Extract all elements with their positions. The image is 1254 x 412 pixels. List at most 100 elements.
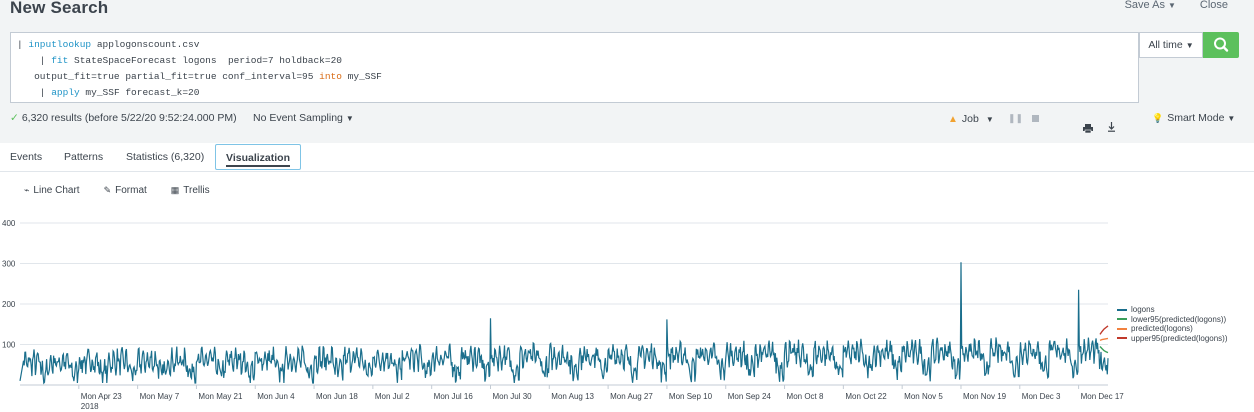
chart-legend: logons lower95(predicted(logons)) predicte… <box>1117 305 1228 343</box>
series-upper95-line <box>1099 325 1109 335</box>
save-as-button[interactable]: Save As ▼ <box>1125 0 1176 11</box>
legend-swatch <box>1117 337 1127 339</box>
search-text: | <box>17 87 52 98</box>
x-tick-label: Mon Aug 13 <box>551 392 594 401</box>
x-tick-label: Mon Apr 23 <box>81 392 122 401</box>
y-tick-label: 400 <box>2 219 16 228</box>
x-tick-label: Mon Jul 16 <box>434 392 474 401</box>
line-chart: 100 200 300 400 Mon Apr 23 Mon May 7 Mon May 2… <box>2 219 1125 411</box>
search-query-line: | inputlookup applogonscount.csv <box>17 37 1132 53</box>
event-sampling-dropdown[interactable]: No Event Sampling ▼ <box>253 112 354 124</box>
tab-events[interactable]: Events <box>10 151 42 163</box>
search-button[interactable] <box>1203 32 1239 58</box>
y-tick-label: 100 <box>2 341 16 350</box>
x-tick-label: Mon Jun 18 <box>316 392 358 401</box>
tab-visualization[interactable]: Visualization <box>215 144 301 170</box>
search-text: applogonscount.csv <box>91 39 200 50</box>
legend-item[interactable]: predicted(logons) <box>1117 324 1228 333</box>
legend-swatch <box>1117 318 1127 320</box>
print-icon[interactable] <box>1083 124 1093 135</box>
time-range-picker[interactable]: All time ▼ <box>1139 32 1203 58</box>
x-tick-label: Mon May 21 <box>198 392 243 401</box>
grid-icon: ▦ <box>170 185 180 195</box>
chevron-down-icon: ▼ <box>985 114 994 124</box>
y-tick-label: 300 <box>2 260 16 269</box>
legend-item[interactable]: lower95(predicted(logons)) <box>1117 315 1228 324</box>
x-tick-label: Mon Jul 2 <box>375 392 410 401</box>
chevron-down-icon: ▼ <box>1167 1 1176 10</box>
close-button[interactable]: Close <box>1200 0 1228 11</box>
search-text: | <box>17 39 29 50</box>
search-keyword: into <box>319 71 342 82</box>
x-tick-label: Mon Aug 27 <box>610 392 653 401</box>
x-tick-label: Mon Nov 5 <box>904 392 943 401</box>
trellis-label: Trellis <box>183 185 210 196</box>
save-as-label: Save As <box>1124 0 1165 11</box>
trellis-button[interactable]: ▦ Trellis <box>171 185 210 196</box>
search-keyword: fit <box>51 55 69 66</box>
legend-item[interactable]: logons <box>1117 305 1228 314</box>
tab-patterns[interactable]: Patterns <box>64 151 103 163</box>
job-menu[interactable]: ▲ Job ▼ <box>948 113 994 125</box>
legend-item[interactable]: upper95(predicted(logons)) <box>1117 334 1228 343</box>
page-title: New Search <box>10 0 109 17</box>
search-text: my_SSF <box>341 71 382 82</box>
series-lower95-line <box>1099 346 1109 354</box>
x-tick-label: Mon Oct 22 <box>845 392 887 401</box>
chevron-down-icon: ▼ <box>1227 114 1236 123</box>
search-mode-label: Smart Mode <box>1167 112 1225 124</box>
search-keyword: inputlookup <box>28 39 92 50</box>
pencil-icon: ✎ <box>103 185 112 195</box>
format-label: Format <box>115 185 147 196</box>
chevron-down-icon: ▼ <box>1185 41 1194 50</box>
search-text: output_fit=true partial_fit=true conf_in… <box>17 71 320 82</box>
x-tick-label: Mon Sep 24 <box>728 392 772 401</box>
search-keyword: apply <box>51 87 80 98</box>
line-chart-icon: ⌁ <box>24 185 30 195</box>
search-mode-dropdown[interactable]: 💡 Smart Mode ▼ <box>1152 112 1235 124</box>
search-query-line: output_fit=true partial_fit=true conf_in… <box>17 69 1132 85</box>
line-chart-button[interactable]: ⌁ Line Chart <box>24 185 80 196</box>
warning-icon: ▲ <box>948 113 958 125</box>
chevron-down-icon: ▼ <box>345 114 354 123</box>
results-status: ✓ 6,320 results (before 5/22/20 9:52:24.0… <box>10 112 237 124</box>
results-count: 6,320 results (before 5/22/20 9:52:24.00… <box>21 112 237 124</box>
legend-label: upper95(predicted(logons)) <box>1131 333 1228 343</box>
legend-label: predicted(logons) <box>1131 324 1193 333</box>
search-input[interactable]: | inputlookup applogonscount.csv | fit S… <box>10 32 1139 103</box>
legend-label: logons <box>1131 305 1155 314</box>
format-button[interactable]: ✎ Format <box>104 185 147 196</box>
legend-swatch <box>1117 308 1127 311</box>
header-actions: Save As ▼ Close <box>1125 0 1228 11</box>
x-axis-year-label: 2018 <box>81 402 99 411</box>
series-predicted-line <box>1099 337 1109 342</box>
x-tick-label: Mon Nov 19 <box>963 392 1007 401</box>
time-range-label: All time <box>1148 39 1183 51</box>
legend-label: lower95(predicted(logons)) <box>1131 314 1227 324</box>
x-tick-label: Mon Oct 8 <box>787 392 824 401</box>
search-text: | <box>17 55 52 66</box>
line-chart-label: Line Chart <box>33 185 80 196</box>
tab-statistics[interactable]: Statistics (6,320) <box>126 151 204 163</box>
sampling-label: No Event Sampling <box>253 112 343 124</box>
stop-icon[interactable] <box>1032 115 1039 122</box>
legend-swatch <box>1117 327 1127 330</box>
search-text: my_SSF forecast_k=20 <box>79 87 200 98</box>
job-label: Job <box>961 113 979 125</box>
x-tick-label: Mon Jun 4 <box>257 392 295 401</box>
check-icon: ✓ <box>10 112 19 124</box>
pause-icon[interactable]: ❚❚ <box>1008 113 1023 124</box>
download-icon[interactable] <box>1107 122 1116 135</box>
results-tabs: Events Patterns Statistics (6,320) Visua… <box>0 143 1254 172</box>
y-tick-label: 200 <box>2 300 16 309</box>
search-header: New Search Save As ▼ Close | inputlookup … <box>0 0 1254 143</box>
visualization-toolbar: ⌁ Line Chart ✎ Format ▦ Trellis <box>24 185 210 196</box>
x-tick-label: Mon May 7 <box>140 392 180 401</box>
x-tick-label: Mon Dec 3 <box>1022 392 1061 401</box>
search-icon <box>1214 37 1229 52</box>
x-tick-label: Mon Sep 10 <box>669 392 713 401</box>
search-text: StateSpaceForecast logons period=7 holdb… <box>68 55 342 66</box>
x-tick-label: Mon Dec 17 <box>1081 392 1125 401</box>
bulb-icon: 💡 <box>1152 113 1164 123</box>
series-logons-line <box>19 262 1109 385</box>
